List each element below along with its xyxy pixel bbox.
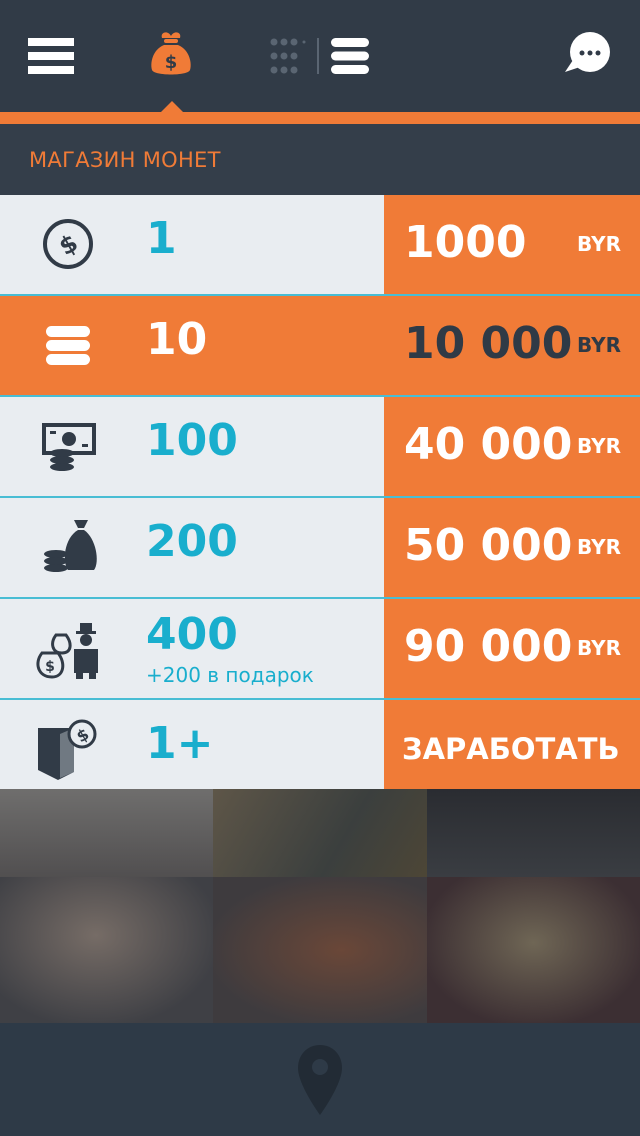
offer-quantity: 1 (146, 213, 177, 264)
offer-price-button[interactable]: 10 000 BYR (384, 296, 640, 395)
offer-price-button[interactable]: 1000 BYR (384, 195, 640, 294)
earn-label: ЗАРАБОТАТЬ (402, 732, 620, 766)
banknote-coins-icon (30, 411, 106, 481)
hamburger-icon[interactable] (28, 38, 74, 74)
offer-quantity-cell: 200 (0, 498, 384, 597)
profile-photo[interactable] (427, 789, 640, 877)
money-bag-icon[interactable]: $ (148, 30, 194, 78)
map-footer (0, 1023, 640, 1136)
toggle-divider (317, 38, 319, 74)
offer-price-button[interactable]: 90 000 BYR (384, 599, 640, 698)
offer-price-button[interactable]: 40 000 BYR (384, 397, 640, 496)
offer-row[interactable]: 10 10 000 BYR (0, 296, 640, 397)
accent-line (0, 112, 640, 124)
profile-photo[interactable] (0, 877, 213, 1023)
svg-text:$: $ (165, 52, 178, 73)
offer-quantity: 10 (146, 314, 208, 365)
section-title: МАГАЗИН МОНЕТ (29, 148, 221, 172)
offer-price: 50 000 (404, 520, 573, 571)
offer-price: 10 000 (404, 318, 573, 369)
offer-quantity-cell: 100 (0, 397, 384, 496)
offer-row[interactable]: 200 50 000 BYR (0, 498, 640, 599)
offer-bonus: +200 в подарок (146, 663, 314, 687)
offers-list: $ 1 1000 BYR 10 10 000 BYR 100 40 000 BY… (0, 195, 640, 799)
wallet-coin-icon: $ (30, 714, 106, 784)
profile-photo[interactable] (213, 877, 427, 1023)
svg-text:$: $ (54, 229, 82, 262)
offer-quantity: 400 (146, 609, 238, 660)
offer-quantity: 100 (146, 415, 238, 466)
chat-bubble-icon[interactable] (563, 32, 611, 74)
offer-quantity-cell: $ 400 +200 в подарок (0, 599, 384, 698)
offer-price-button[interactable]: 50 000 BYR (384, 498, 640, 597)
earn-button[interactable]: ЗАРАБОТАТЬ (384, 700, 640, 799)
profile-photo[interactable] (213, 789, 427, 877)
offer-row[interactable]: $ 1+ ЗАРАБОТАТЬ (0, 700, 640, 799)
grid-icon[interactable] (270, 38, 306, 74)
offer-quantity: 1+ (146, 718, 214, 769)
top-bar: $ (0, 0, 640, 112)
coin-icon: $ (30, 209, 106, 279)
list-icon[interactable] (331, 38, 369, 74)
sack-coins-icon (30, 512, 106, 582)
rich-man-bags-icon: $ (30, 613, 106, 683)
offer-currency: BYR (577, 232, 622, 256)
location-pin-icon[interactable] (296, 1043, 344, 1117)
profile-photo[interactable] (427, 877, 640, 1023)
svg-text:$: $ (45, 659, 55, 675)
offer-price: 1000 (404, 217, 527, 268)
offer-row[interactable]: $ 400 +200 в подарок 90 000 BYR (0, 599, 640, 700)
offer-quantity-cell: $ 1+ (0, 700, 384, 799)
offer-row[interactable]: 100 40 000 BYR (0, 397, 640, 498)
offer-quantity-cell: $ 1 (0, 195, 384, 294)
offer-price: 40 000 (404, 419, 573, 470)
offer-currency: BYR (577, 333, 622, 357)
profiles-photo-grid (0, 789, 640, 1023)
offer-quantity-cell: 10 (0, 296, 384, 395)
profile-photo[interactable] (0, 789, 213, 877)
offer-currency: BYR (577, 434, 622, 458)
offer-currency: BYR (577, 636, 622, 660)
offer-quantity: 200 (146, 516, 238, 567)
offer-currency: BYR (577, 535, 622, 559)
coin-stack-icon (30, 310, 106, 380)
offer-row[interactable]: $ 1 1000 BYR (0, 195, 640, 296)
offer-price: 90 000 (404, 621, 573, 672)
